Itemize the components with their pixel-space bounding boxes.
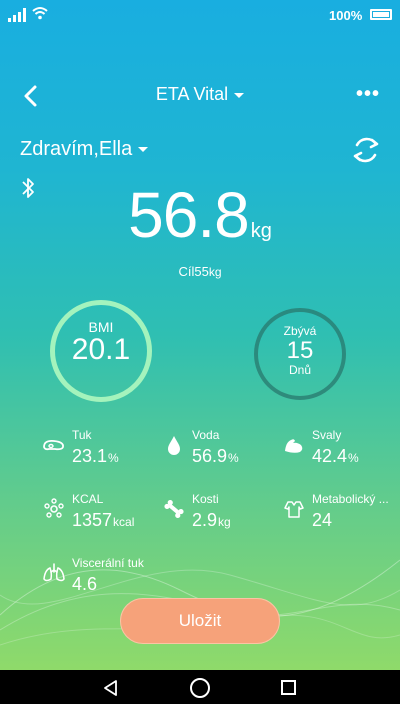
water-drop-icon xyxy=(168,436,180,455)
weight-unit: kg xyxy=(250,220,272,242)
metric-value: 1357kcal xyxy=(72,510,135,530)
caret-down-icon xyxy=(138,147,149,153)
lungs-icon xyxy=(43,563,65,582)
nav-recent-apps-icon[interactable] xyxy=(281,680,296,695)
app-screen: 100% ETA Vital ••• Zdravím,Ella 56.8 kg C… xyxy=(0,0,400,670)
metric-label: Voda xyxy=(192,428,220,442)
metric-value: 4.6 xyxy=(72,574,98,594)
metric-value: 2.9kg xyxy=(192,510,231,530)
bmi-circle[interactable]: BMI 20.1 xyxy=(50,300,152,402)
battery-percentage: 100% xyxy=(329,8,363,23)
bmi-value: 20.1 xyxy=(71,333,131,366)
bone-icon xyxy=(164,499,184,519)
wifi-icon xyxy=(32,7,48,20)
metric-label: Tuk xyxy=(72,428,92,442)
metric-value: 24 xyxy=(312,510,333,530)
metric-label: Viscerální tuk xyxy=(72,556,144,570)
goal-value: 55 xyxy=(194,264,209,279)
signal-icon xyxy=(8,8,26,22)
metric-value: 56.9% xyxy=(192,446,239,466)
system-nav-bar xyxy=(0,670,400,704)
save-button[interactable]: Uložit xyxy=(120,598,280,644)
weight-value: 56.8 xyxy=(128,179,250,251)
metric-label: KCAL xyxy=(72,492,104,506)
device-selector[interactable]: ETA Vital xyxy=(0,84,400,105)
metric-label: Kosti xyxy=(192,492,219,506)
battery-icon xyxy=(370,9,392,20)
body-icon xyxy=(284,501,304,518)
goal-unit: kg xyxy=(208,265,222,279)
muscle-icon xyxy=(285,439,303,453)
goal-label: Cíl xyxy=(178,264,195,279)
metric-label: Svaly xyxy=(312,428,342,442)
nav-home-icon[interactable] xyxy=(190,678,210,698)
refresh-button[interactable] xyxy=(348,132,384,168)
goal-weight: Cíl55kg xyxy=(0,264,400,279)
metric-value: 42.4% xyxy=(312,446,359,466)
user-selector[interactable]: Zdravím,Ella xyxy=(20,138,149,161)
metabolism-icon xyxy=(44,498,64,518)
metric-label: Metabolický ... xyxy=(312,492,389,506)
remaining-value: 15 xyxy=(286,337,314,364)
weight-display: 56.8 kg xyxy=(0,178,400,252)
status-bar: 100% xyxy=(0,0,400,30)
greeting-text: Zdravím,Ella xyxy=(20,138,133,160)
remaining-label: Zbývá xyxy=(283,324,317,338)
page-title: ETA Vital xyxy=(155,84,229,104)
nav-back-icon[interactable] xyxy=(102,679,120,697)
metric-value: 23.1% xyxy=(72,446,119,466)
fat-icon xyxy=(43,439,64,451)
more-button[interactable]: ••• xyxy=(356,84,388,104)
days-remaining-circle: Zbývá 15 Dnů xyxy=(254,308,346,400)
remaining-unit: Dnů xyxy=(288,363,311,377)
caret-down-icon xyxy=(234,92,245,98)
decorative-waves xyxy=(0,559,400,646)
